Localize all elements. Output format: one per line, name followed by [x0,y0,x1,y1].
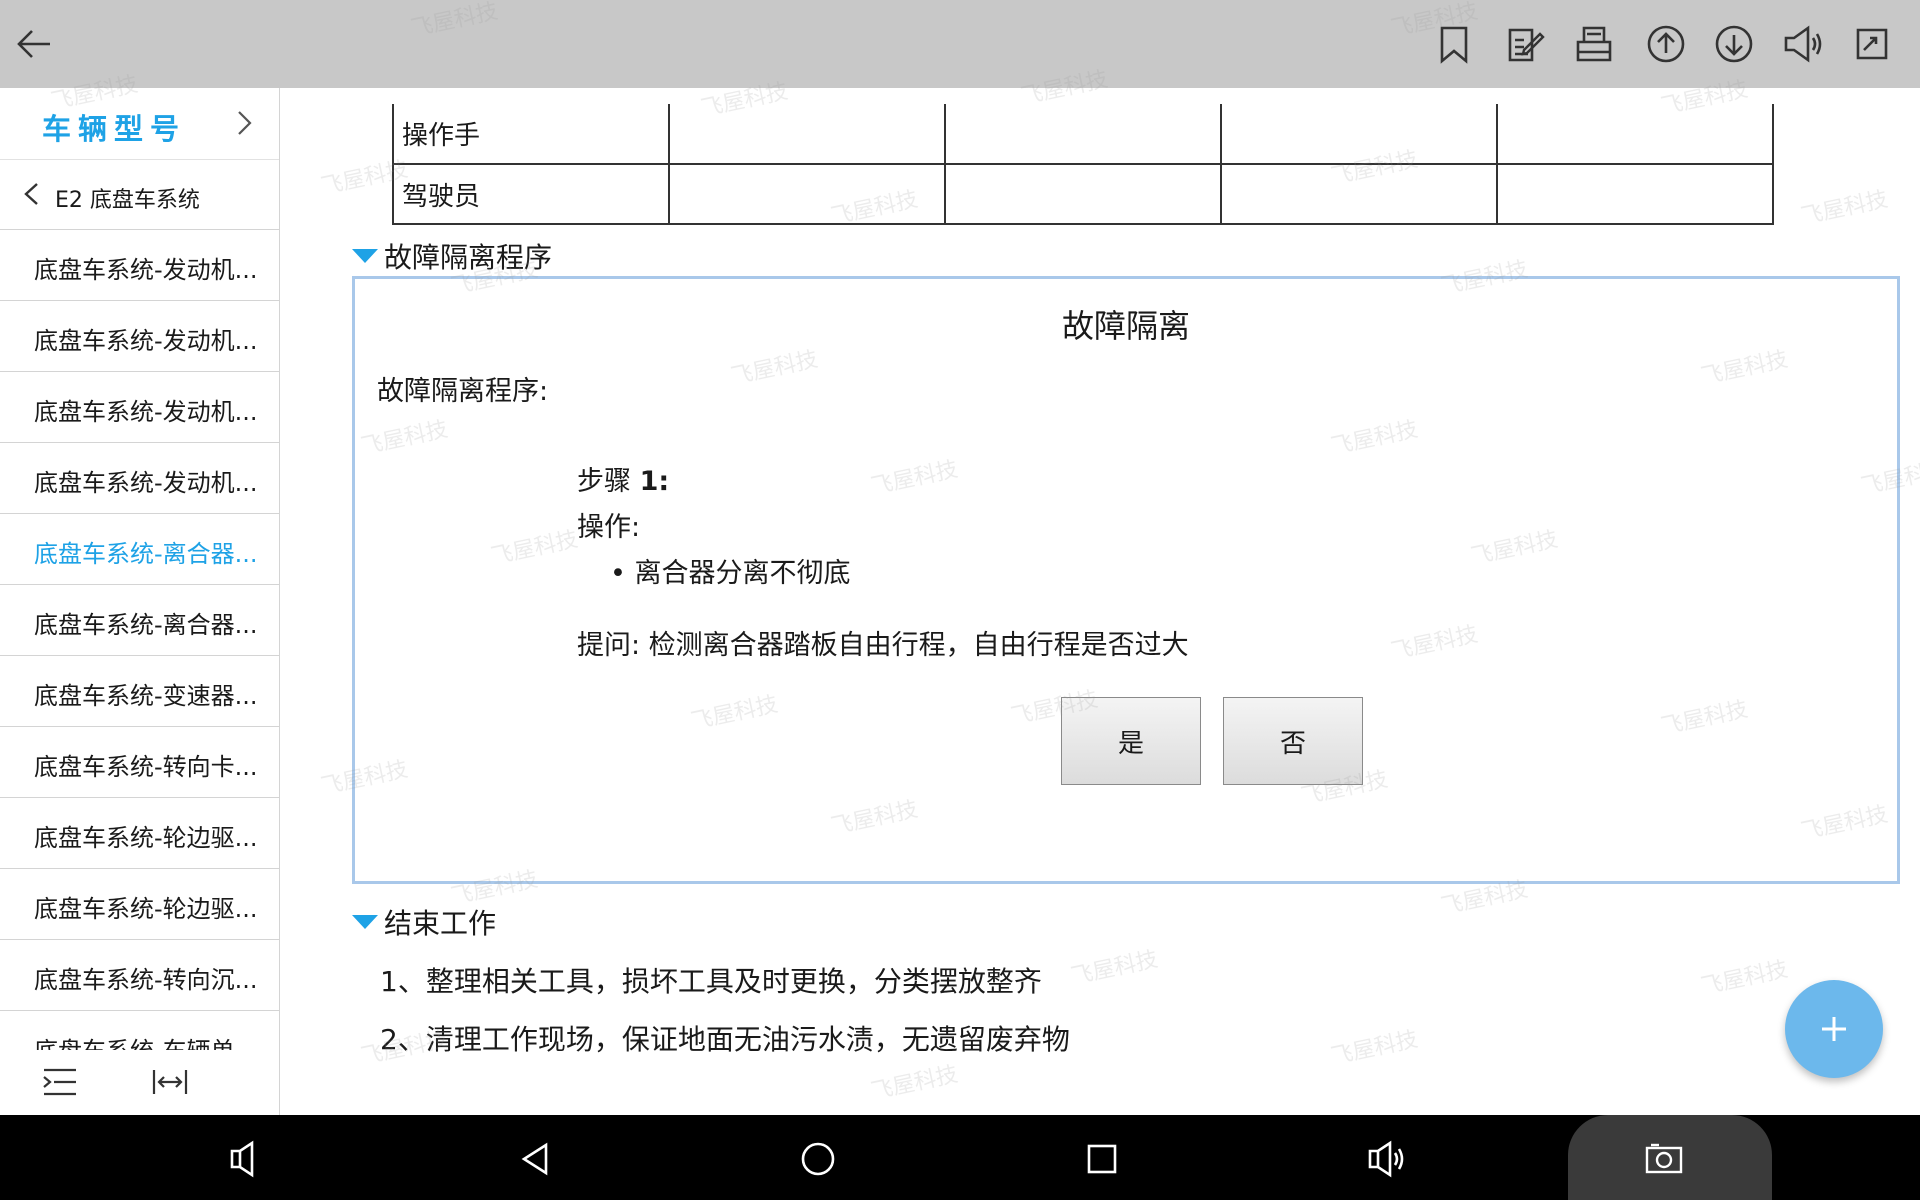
camera-icon [1645,1143,1683,1174]
sidebar-back-item[interactable]: E2 底盘车系统 [0,160,279,230]
sidebar-item-label: 底盘车系统-离合器... [34,611,258,639]
page-up-button[interactable] [1640,18,1692,70]
step-heading: 步骤 1: [577,459,669,498]
end-work-line: 1、整理相关工具，损坏工具及时更换，分类摆放整齐 [380,965,1042,998]
print-icon [1576,26,1612,62]
end-work-line: 2、清理工作现场，保证地面无油污水渍，无遗留废弃物 [380,1023,1070,1056]
fullscreen-button[interactable] [1846,18,1898,70]
speaker-icon [1784,25,1822,63]
bookmark-icon [1440,26,1468,64]
chevron-right-icon[interactable] [229,108,259,138]
fault-isolation-title: 故障隔离 [1061,307,1190,345]
roles-table: 操作手 驾驶员 [392,104,1774,225]
table-cell [668,163,946,225]
table-cell: 驾驶员 [392,163,670,225]
sidebar-item-active[interactable]: 底盘车系统-离合器... [0,514,279,585]
sidebar-item-label: 底盘车系统-轮边驱... [34,824,258,852]
sidebar-item[interactable]: 底盘车系统-车辆单 [0,1011,279,1051]
add-fab-button[interactable] [1785,980,1883,1078]
sidebar-item-label: 底盘车系统-发动机... [34,398,258,426]
operation-bullet: • 离合器分离不彻底 [610,558,851,589]
arrow-left-icon [17,30,50,58]
plus-icon [1822,1017,1846,1041]
sidebar-item-label: 底盘车系统-车辆单 [34,1037,235,1051]
nav-recents-button[interactable] [1078,1135,1126,1183]
sidebar-item[interactable]: 底盘车系统-发动机... [0,372,279,443]
table-row: 驾驶员 [392,163,1774,225]
section-end-header[interactable]: 结束工作 [352,902,496,942]
table-cell: 操作手 [392,104,670,165]
section-isolation-header[interactable]: 故障隔离程序 [352,236,552,276]
table-cell [1496,104,1774,165]
step-prefix: 步骤 [577,466,640,497]
table-cell [1220,104,1498,165]
sidebar-item-label: 底盘车系统-发动机... [34,327,258,355]
fault-isolation-box: 故障隔离 故障隔离程序: 步骤 1: 操作: • 离合器分离不彻底 提问: 检测… [352,276,1900,884]
yes-button[interactable]: 是 [1061,697,1201,785]
sidebar-item-label: 底盘车系统-发动机... [34,469,258,497]
fault-isolation-label: 故障隔离程序: [377,376,549,407]
step-number: 1: [639,466,670,497]
section-title: 结束工作 [384,907,497,940]
table-cell [668,104,946,165]
chevron-left-icon [24,183,38,205]
square-recents-icon [1087,1144,1117,1174]
sidebar-section-label: E2 底盘车系统 [55,188,200,213]
sidebar-item[interactable]: 底盘车系统-轮边驱... [0,869,279,940]
sidebar-header[interactable]: 车辆型号 [0,88,279,160]
page-down-icon [1715,25,1753,63]
circle-home-icon [801,1142,835,1176]
fullscreen-icon [1856,28,1888,60]
nav-home-button[interactable] [794,1135,842,1183]
triangle-back-icon [521,1142,548,1176]
volume-up-button[interactable] [1362,1135,1410,1183]
nav-back-button[interactable] [512,1135,560,1183]
sidebar-item[interactable]: 底盘车系统-发动机... [0,443,279,514]
section-title: 故障隔离程序 [384,241,553,274]
print-button[interactable] [1568,18,1620,70]
document-view[interactable]: 操作手 驾驶员 故障隔离程序 故障隔离 故障隔离程序: 步骤 1: 操作: • … [280,88,1920,1115]
sidebar-item-label: 底盘车系统-发动机... [34,256,258,284]
note-edit-button[interactable] [1498,18,1550,70]
sidebar-item[interactable]: 底盘车系统-发动机... [0,301,279,372]
sidebar-item[interactable]: 底盘车系统-转向沉... [0,940,279,1011]
collapse-triangle-icon[interactable] [352,915,378,929]
sidebar-item-label: 底盘车系统-转向沉... [34,966,258,994]
volume-down-button[interactable] [222,1135,270,1183]
speaker-icon [230,1140,254,1178]
table-cell [1220,163,1498,225]
sidebar-item[interactable]: 底盘车系统-轮边驱... [0,798,279,869]
page-up-icon [1647,25,1685,63]
screenshot-button[interactable] [1640,1135,1688,1183]
system-navigation-bar [0,1115,1920,1200]
list-indent-icon[interactable] [40,1062,80,1102]
sidebar-item[interactable]: 底盘车系统-发动机... [0,230,279,301]
table-cell [944,104,1222,165]
collapse-triangle-icon[interactable] [352,249,378,263]
question-text: 提问: 检测离合器踏板自由行程，自由行程是否过大 [577,630,1189,661]
sidebar-item-label: 底盘车系统-离合器... [34,540,258,568]
speaker-button[interactable] [1776,18,1828,70]
top-app-bar [0,0,1920,88]
back-button[interactable] [8,18,60,70]
fit-width-icon[interactable] [150,1062,190,1102]
sidebar-item[interactable]: 底盘车系统-离合器... [0,585,279,656]
sidebar-item-label: 底盘车系统-转向卡... [34,753,258,781]
no-button[interactable]: 否 [1223,697,1363,785]
sidebar: 车辆型号 E2 底盘车系统 底盘车系统-发动机... 底盘车系统-发动机... … [0,88,280,1115]
bookmark-button[interactable] [1428,18,1480,70]
sidebar-item[interactable]: 底盘车系统-变速器... [0,656,279,727]
sidebar-item-label: 底盘车系统-变速器... [34,682,258,710]
speaker-loud-icon [1368,1140,1404,1178]
note-edit-icon [1508,28,1545,62]
table-cell [944,163,1222,225]
sidebar-item-label: 底盘车系统-轮边驱... [34,895,258,923]
page-down-button[interactable] [1708,18,1760,70]
table-cell [1496,163,1774,225]
sidebar-item[interactable]: 底盘车系统-转向卡... [0,727,279,798]
sidebar-footer [0,1050,279,1115]
operation-label: 操作: [577,512,641,543]
table-row: 操作手 [392,104,1774,165]
vehicle-model-title: 车辆型号 [42,112,187,146]
